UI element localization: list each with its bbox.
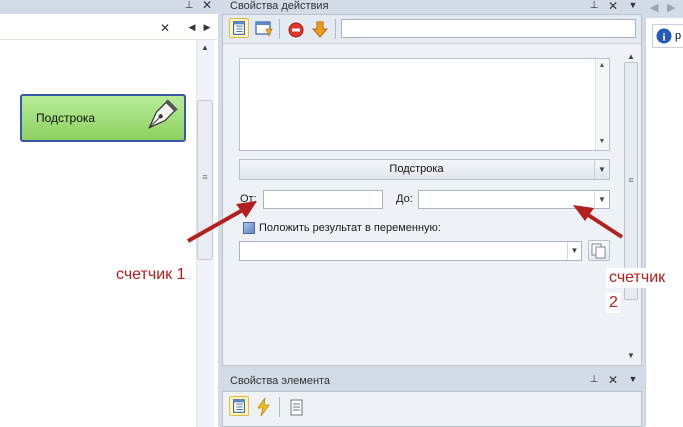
list-icon[interactable]: [287, 398, 307, 418]
left-panel: [0, 0, 218, 427]
variable-select[interactable]: [239, 241, 582, 261]
pin-icon[interactable]: ⊥: [588, 374, 600, 386]
pen-nib-icon: [148, 99, 178, 129]
stop-icon[interactable]: [286, 20, 306, 40]
right-panel: [645, 0, 683, 427]
save-to-variable-label: Положить результат в переменную:: [259, 222, 441, 234]
from-input[interactable]: [263, 190, 383, 209]
scroll-up-arrow-icon[interactable]: ▲: [201, 43, 211, 53]
substring-node-label: Подстрока: [36, 111, 96, 125]
to-label: До:: [396, 193, 413, 205]
back-arrow-icon[interactable]: ◀: [650, 1, 664, 15]
to-input[interactable]: [418, 190, 610, 209]
annotation-counter-2-line1: счетчик: [606, 268, 669, 288]
arrow-down-icon[interactable]: [310, 20, 330, 40]
scroll-up-arrow-icon[interactable]: ▲: [597, 62, 607, 72]
close-icon[interactable]: ✕: [607, 373, 619, 387]
toolbar-search-input[interactable]: [341, 19, 636, 38]
lightning-icon[interactable]: [254, 397, 274, 417]
function-select-value: Подстрока: [389, 163, 444, 175]
chevron-down-icon[interactable]: ▼: [594, 160, 609, 179]
scroll-up-arrow-icon[interactable]: ▲: [625, 52, 637, 62]
forward-arrow-icon[interactable]: ▶: [667, 1, 681, 15]
tab-scroll-left-button[interactable]: ◀: [186, 21, 198, 35]
scrollbar-grip-icon: ≡: [202, 172, 208, 182]
scroll-down-arrow-icon[interactable]: ▼: [597, 138, 607, 148]
copy-icon: [591, 243, 606, 259]
toolbar-separator: [279, 397, 280, 417]
close-icon[interactable]: ✕: [607, 0, 619, 13]
copy-button[interactable]: [588, 240, 610, 261]
annotation-counter-1: счетчик 1: [113, 265, 189, 285]
svg-text:i: i: [662, 32, 665, 44]
expression-textarea[interactable]: [239, 58, 610, 151]
toolbar-separator: [279, 19, 280, 39]
from-label: От:: [240, 193, 257, 205]
chevron-down-icon[interactable]: ▼: [567, 242, 581, 260]
textarea-scrollbar[interactable]: [595, 59, 609, 150]
scroll-down-arrow-icon[interactable]: ▼: [625, 351, 637, 361]
scrollbar-grip-icon: ≡: [628, 175, 634, 185]
panel-title: Свойства действия: [230, 0, 329, 12]
save-to-variable-checkbox[interactable]: [243, 222, 255, 234]
chevron-down-icon[interactable]: ▼: [627, 0, 639, 12]
info-icon: i: [656, 28, 672, 44]
right-tab-label: р: [675, 30, 682, 42]
pin-icon[interactable]: ⊥: [183, 0, 195, 12]
tab-close-button[interactable]: ✕: [158, 22, 172, 36]
element-properties-body: [222, 391, 642, 427]
chevron-down-icon[interactable]: ▼: [627, 374, 639, 386]
toolbar-separator: [335, 19, 336, 39]
annotation-counter-2-line2: 2: [606, 293, 621, 313]
tab-scroll-right-button[interactable]: ▶: [201, 21, 213, 35]
window-icon[interactable]: [254, 19, 274, 39]
table-view-icon[interactable]: [229, 18, 249, 38]
panel-title: Свойства элемента: [230, 375, 331, 387]
chevron-down-icon[interactable]: ▼: [594, 191, 609, 208]
close-icon[interactable]: ✕: [201, 0, 213, 11]
pin-icon[interactable]: ⊥: [588, 0, 600, 12]
table-view-icon[interactable]: [229, 396, 249, 416]
